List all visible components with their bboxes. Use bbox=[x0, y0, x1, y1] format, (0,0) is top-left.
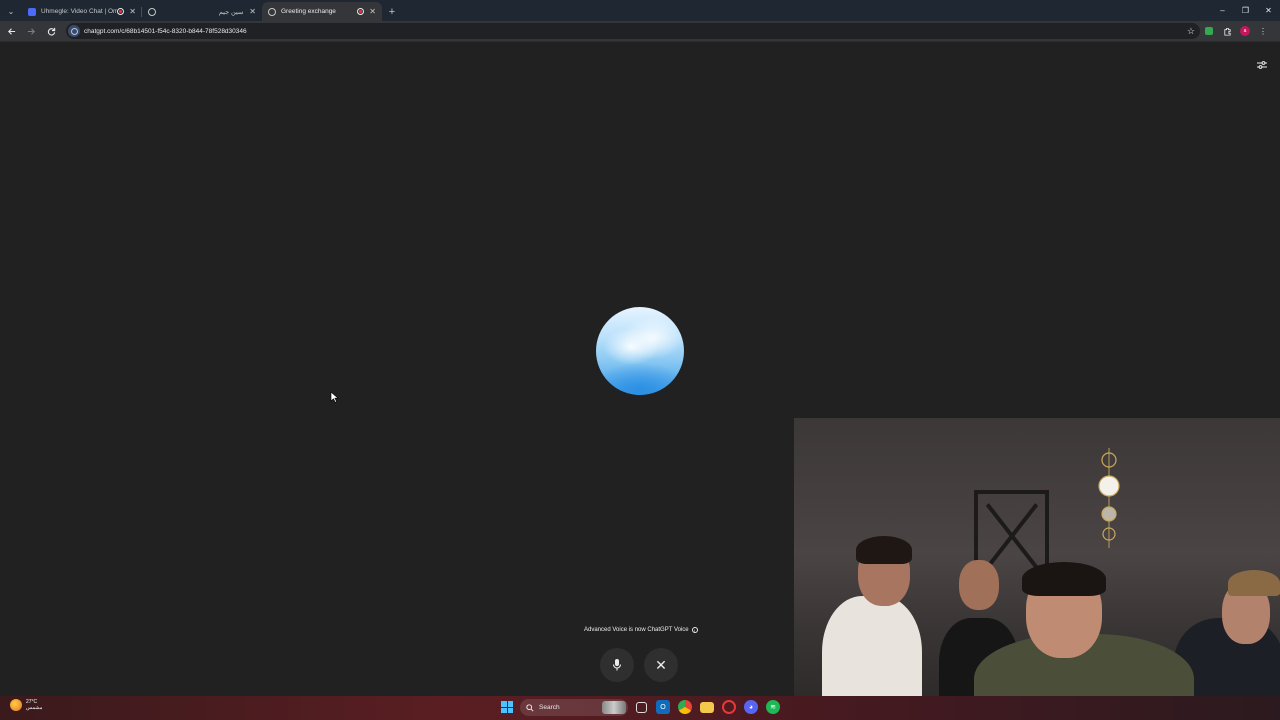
site-info-icon[interactable] bbox=[68, 25, 80, 37]
chatgpt-favicon-icon bbox=[268, 7, 276, 16]
globe-icon bbox=[148, 7, 156, 16]
voice-notice: Advanced Voice is now ChatGPT Voice i bbox=[584, 627, 698, 633]
uhmegle-favicon-icon bbox=[28, 7, 36, 16]
chrome-icon[interactable] bbox=[678, 700, 692, 714]
mic-icon bbox=[612, 659, 622, 671]
person-4-cap bbox=[1228, 570, 1280, 596]
tab-strip: ⌄ Uhmegle: Video Chat | Omegle Alternati… bbox=[0, 0, 1280, 21]
voice-notice-text: Advanced Voice is now ChatGPT Voice bbox=[584, 627, 689, 633]
sun-icon bbox=[10, 699, 22, 711]
browser-toolbar: chatgpt.com/c/68b14501-f54c-8320-b844-78… bbox=[0, 21, 1280, 42]
tab-close-icon[interactable]: ✕ bbox=[249, 7, 256, 16]
tab-close-icon[interactable]: ✕ bbox=[369, 7, 376, 16]
search-icon bbox=[526, 703, 534, 712]
address-bar[interactable]: chatgpt.com/c/68b14501-f54c-8320-b844-78… bbox=[66, 23, 1200, 39]
close-window-button[interactable]: ✕ bbox=[1257, 0, 1280, 21]
arrow-left-icon bbox=[7, 27, 15, 35]
discord-icon[interactable]: ◕ bbox=[744, 700, 758, 714]
voice-orb bbox=[596, 307, 684, 395]
tab-title: سين جيم bbox=[218, 8, 244, 16]
file-explorer-icon[interactable] bbox=[700, 702, 714, 713]
windows-taskbar: 27°C مشمس Search O ◕ ≋ bbox=[0, 696, 1280, 720]
recording-icon bbox=[117, 8, 125, 15]
profile-avatar[interactable]: a bbox=[1236, 22, 1254, 40]
reload-button[interactable] bbox=[42, 22, 60, 40]
microphone-button[interactable] bbox=[600, 648, 634, 682]
spotify-icon[interactable]: ≋ bbox=[766, 700, 780, 714]
info-icon[interactable]: i bbox=[691, 627, 698, 633]
tab-close-icon[interactable]: ✕ bbox=[129, 7, 136, 16]
end-voice-button[interactable]: ✕ bbox=[644, 648, 678, 682]
webcam-overlay bbox=[794, 418, 1280, 720]
close-icon: ✕ bbox=[655, 656, 667, 673]
weather-text: 27°C مشمس bbox=[26, 699, 42, 711]
start-button[interactable] bbox=[501, 701, 513, 713]
person-2-head bbox=[959, 560, 999, 610]
outlook-icon[interactable]: O bbox=[656, 700, 670, 714]
url-text: chatgpt.com/c/68b14501-f54c-8320-b844-78… bbox=[84, 27, 247, 35]
tab-uhmegle[interactable]: Uhmegle: Video Chat | Omegle Alternative… bbox=[22, 2, 142, 21]
weather-widget[interactable]: 27°C مشمس bbox=[10, 699, 42, 711]
weather-condition: مشمس bbox=[26, 705, 43, 711]
bookmark-star-icon[interactable]: ☆ bbox=[1187, 26, 1195, 37]
new-tab-button[interactable]: + bbox=[384, 3, 400, 21]
tab-greeting-exchange[interactable]: Greeting exchange ✕ bbox=[262, 2, 382, 21]
extension-green-icon[interactable] bbox=[1200, 22, 1218, 40]
arrow-right-icon bbox=[27, 27, 35, 35]
task-view-icon[interactable] bbox=[636, 702, 647, 713]
person-3-hair bbox=[1022, 562, 1106, 596]
wall-lamp-icon bbox=[1098, 448, 1120, 548]
search-placeholder: Search bbox=[539, 704, 560, 711]
recording-icon bbox=[357, 8, 365, 15]
tab-arabic[interactable]: سين جيم ✕ bbox=[142, 2, 262, 21]
mouse-cursor-icon bbox=[330, 391, 339, 403]
restore-button[interactable]: ❐ bbox=[1234, 0, 1257, 21]
more-menu-icon[interactable]: ⋮ bbox=[1254, 22, 1272, 40]
extensions-puzzle-icon[interactable] bbox=[1218, 22, 1236, 40]
voice-settings-icon[interactable] bbox=[1256, 59, 1268, 71]
reload-icon bbox=[47, 27, 55, 36]
person-1-hair bbox=[856, 536, 912, 564]
window-controls: – ❐ ✕ bbox=[1211, 0, 1280, 21]
forward-button[interactable] bbox=[22, 22, 40, 40]
search-highlight-image bbox=[602, 701, 626, 714]
tab-title: Uhmegle: Video Chat | Omegle Alternative bbox=[41, 8, 118, 15]
tab-search-button[interactable]: ⌄ bbox=[2, 2, 20, 20]
back-button[interactable] bbox=[2, 22, 20, 40]
red-app-icon[interactable] bbox=[722, 700, 736, 714]
minimize-button[interactable]: – bbox=[1211, 0, 1234, 21]
tab-title: Greeting exchange bbox=[281, 8, 336, 15]
taskbar-search[interactable]: Search bbox=[520, 699, 628, 716]
